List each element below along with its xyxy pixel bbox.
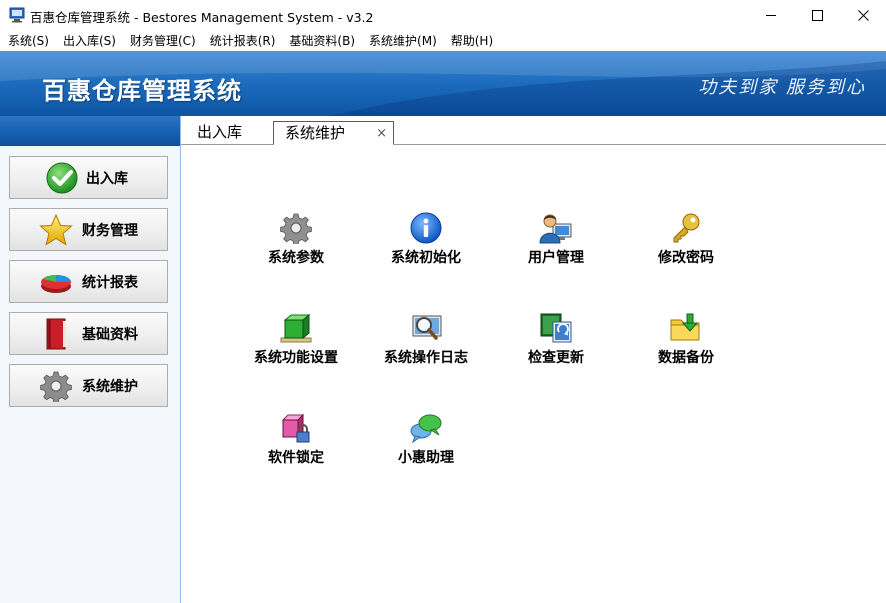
function-label: 系统功能设置 bbox=[254, 350, 338, 366]
function-label: 用户管理 bbox=[528, 250, 584, 266]
update-icon bbox=[539, 311, 573, 345]
info-icon bbox=[409, 211, 443, 245]
function-data-backup[interactable]: 数据备份 bbox=[621, 311, 751, 373]
function-operation-log[interactable]: 系统操作日志 bbox=[361, 311, 491, 373]
function-label: 检查更新 bbox=[528, 350, 584, 366]
function-label: 小惠助理 bbox=[398, 450, 454, 466]
function-label: 系统初始化 bbox=[391, 250, 461, 266]
sidebar-item-label: 统计报表 bbox=[82, 274, 138, 291]
minimize-button[interactable] bbox=[748, 0, 794, 31]
function-label: 系统操作日志 bbox=[384, 350, 468, 366]
sidebar-item-finance[interactable]: 财务管理 bbox=[9, 208, 168, 251]
window-title: 百惠仓库管理系统 - Bestores Management System - … bbox=[30, 10, 374, 25]
function-panel: 系统参数 系统初始化 用户管理 修改密码 系统功能设置 系统操作日志 检查更新 … bbox=[181, 145, 886, 603]
key-icon bbox=[669, 211, 703, 245]
sidebar-item-maintenance[interactable]: 系统维护 bbox=[9, 364, 168, 407]
user-computer-icon bbox=[539, 211, 573, 245]
function-label: 数据备份 bbox=[658, 350, 714, 366]
tab-maintenance[interactable]: 系统维护 × bbox=[273, 121, 394, 145]
function-label: 修改密码 bbox=[658, 250, 714, 266]
tab-close-icon[interactable]: × bbox=[376, 123, 387, 145]
menu-reports[interactable]: 统计报表(R) bbox=[203, 31, 283, 51]
close-button[interactable] bbox=[840, 0, 886, 31]
app-icon bbox=[9, 7, 25, 23]
gear-icon bbox=[38, 368, 74, 404]
close-icon bbox=[857, 10, 869, 21]
star-icon bbox=[38, 212, 74, 248]
sidebar: 出入库 财务管理 统计报表 基础资料 系统维护 bbox=[0, 116, 181, 603]
menu-basic-data[interactable]: 基础资料(B) bbox=[282, 31, 362, 51]
menu-inout[interactable]: 出入库(S) bbox=[56, 31, 123, 51]
menu-maintenance[interactable]: 系统维护(M) bbox=[362, 31, 444, 51]
pie-chart-icon bbox=[38, 264, 74, 300]
maximize-icon bbox=[811, 10, 823, 21]
banner-slogan: 功夫到家 服务到心 bbox=[698, 77, 866, 98]
menu-system[interactable]: 系统(S) bbox=[0, 31, 56, 51]
function-label: 系统参数 bbox=[268, 250, 324, 266]
menu-bar: 系统(S) 出入库(S) 财务管理(C) 统计报表(R) 基础资料(B) 系统维… bbox=[0, 31, 886, 51]
function-feature-settings[interactable]: 系统功能设置 bbox=[231, 311, 361, 373]
tab-strip: 出入库 系统维护 × bbox=[181, 116, 886, 145]
green-cube-icon bbox=[279, 311, 313, 345]
sidebar-header bbox=[0, 116, 180, 146]
sidebar-item-label: 系统维护 bbox=[82, 378, 138, 395]
function-user-management[interactable]: 用户管理 bbox=[491, 211, 621, 273]
sidebar-item-label: 基础资料 bbox=[82, 326, 138, 343]
function-check-update[interactable]: 检查更新 bbox=[491, 311, 621, 373]
check-icon bbox=[44, 160, 80, 196]
sidebar-item-label: 出入库 bbox=[86, 170, 128, 187]
function-change-password[interactable]: 修改密码 bbox=[621, 211, 751, 273]
tab-label: 系统维护 bbox=[285, 124, 346, 142]
function-system-params[interactable]: 系统参数 bbox=[231, 211, 361, 273]
minimize-icon bbox=[765, 15, 776, 16]
header-banner: 百惠仓库管理系统 功夫到家 服务到心 bbox=[0, 51, 886, 116]
function-software-lock[interactable]: 软件锁定 bbox=[231, 411, 361, 473]
sidebar-item-inout[interactable]: 出入库 bbox=[9, 156, 168, 199]
sidebar-item-basic-data[interactable]: 基础资料 bbox=[9, 312, 168, 355]
function-system-init[interactable]: 系统初始化 bbox=[361, 211, 491, 273]
banner-title: 百惠仓库管理系统 bbox=[42, 77, 242, 105]
sidebar-item-label: 财务管理 bbox=[82, 222, 138, 239]
menu-finance[interactable]: 财务管理(C) bbox=[123, 31, 203, 51]
function-assistant[interactable]: 小惠助理 bbox=[361, 411, 491, 473]
sidebar-item-reports[interactable]: 统计报表 bbox=[9, 260, 168, 303]
maximize-button[interactable] bbox=[794, 0, 840, 31]
function-label: 软件锁定 bbox=[268, 450, 324, 466]
magnifier-log-icon bbox=[409, 311, 443, 345]
chat-bubbles-icon bbox=[409, 411, 443, 445]
book-icon bbox=[38, 316, 74, 352]
lock-icon bbox=[279, 411, 313, 445]
menu-help[interactable]: 帮助(H) bbox=[444, 31, 500, 51]
folder-download-icon bbox=[669, 311, 703, 345]
gear-icon bbox=[279, 211, 313, 245]
title-bar[interactable]: 百惠仓库管理系统 - Bestores Management System - … bbox=[0, 0, 886, 31]
tab-inout[interactable]: 出入库 bbox=[187, 121, 252, 145]
